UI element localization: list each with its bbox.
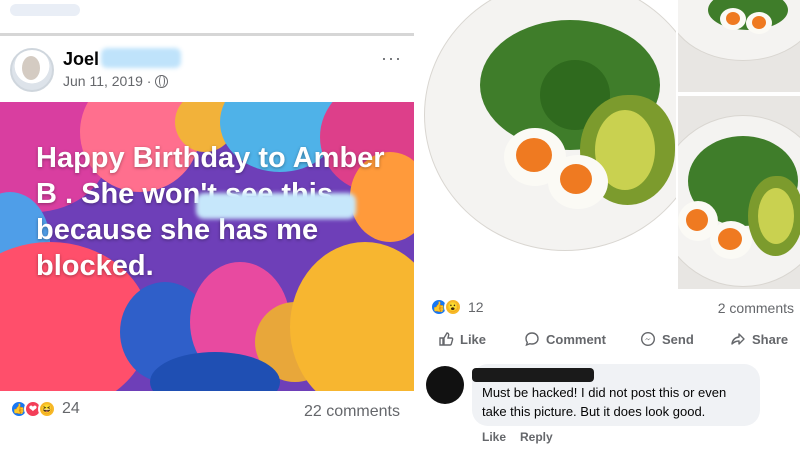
comment-icon	[525, 332, 539, 347]
haha-icon: 😆	[38, 400, 56, 418]
comment-button[interactable]: Comment	[524, 331, 606, 347]
post-date-text: Jun 11, 2019 ·	[63, 73, 152, 89]
egg-yolk	[560, 164, 592, 194]
comments-count-link[interactable]: 2 comments	[718, 300, 794, 316]
commenter-avatar[interactable]	[426, 366, 464, 404]
post-date[interactable]: Jun 11, 2019 ·	[63, 73, 169, 89]
author-name[interactable]: Joel	[63, 49, 99, 70]
left-post: Joel Jun 11, 2019 · ··· Happy Birthday t…	[0, 0, 416, 450]
share-label: Share	[752, 331, 789, 347]
egg-yolk	[718, 228, 742, 250]
thumbs-up-icon	[439, 332, 454, 346]
globe-icon	[155, 74, 169, 88]
previous-post-pill	[10, 4, 80, 16]
comment-label: Comment	[546, 331, 606, 347]
food-photo-thumb-1[interactable]	[678, 0, 800, 92]
redacted-commenter-name	[472, 368, 594, 382]
wow-icon: 😮	[444, 298, 462, 316]
food-photo-main[interactable]	[420, 0, 676, 289]
messenger-icon	[640, 331, 656, 347]
right-post: 👍 😮 12 2 comments Like Comment Send Shar…	[420, 0, 800, 450]
comment-actions: Like Reply	[482, 430, 553, 444]
post-action-bar: Like Comment Send Share	[420, 327, 800, 351]
reactions-summary[interactable]: 👍 😮 12	[430, 298, 484, 316]
food-photo-thumb-2[interactable]	[678, 96, 800, 289]
comment-like-button[interactable]: Like	[482, 430, 506, 444]
comment-text: Must be hacked! I did not post this or e…	[482, 385, 727, 419]
egg-yolk	[516, 138, 552, 172]
redacted-surname	[101, 48, 181, 68]
comment-reply-button[interactable]: Reply	[520, 430, 553, 444]
reactions-summary[interactable]: 👍 ❤ 😆 24	[10, 400, 80, 418]
reaction-count: 12	[468, 299, 484, 315]
comments-count-link[interactable]: 22 comments	[304, 403, 400, 421]
reaction-count: 24	[62, 400, 80, 417]
avocado-flesh	[758, 188, 794, 244]
share-button[interactable]: Share	[730, 331, 788, 347]
post-separator	[0, 33, 416, 36]
send-label: Send	[662, 331, 694, 347]
egg-yolk	[726, 12, 740, 25]
author-avatar[interactable]	[10, 48, 54, 92]
share-icon	[731, 333, 745, 345]
egg-yolk	[752, 16, 766, 29]
redacted-name	[196, 193, 356, 219]
send-button[interactable]: Send	[640, 331, 694, 347]
like-label: Like	[460, 331, 487, 347]
egg-yolk	[686, 209, 708, 231]
like-button[interactable]: Like	[438, 331, 486, 347]
more-options-button[interactable]: ···	[381, 48, 402, 69]
